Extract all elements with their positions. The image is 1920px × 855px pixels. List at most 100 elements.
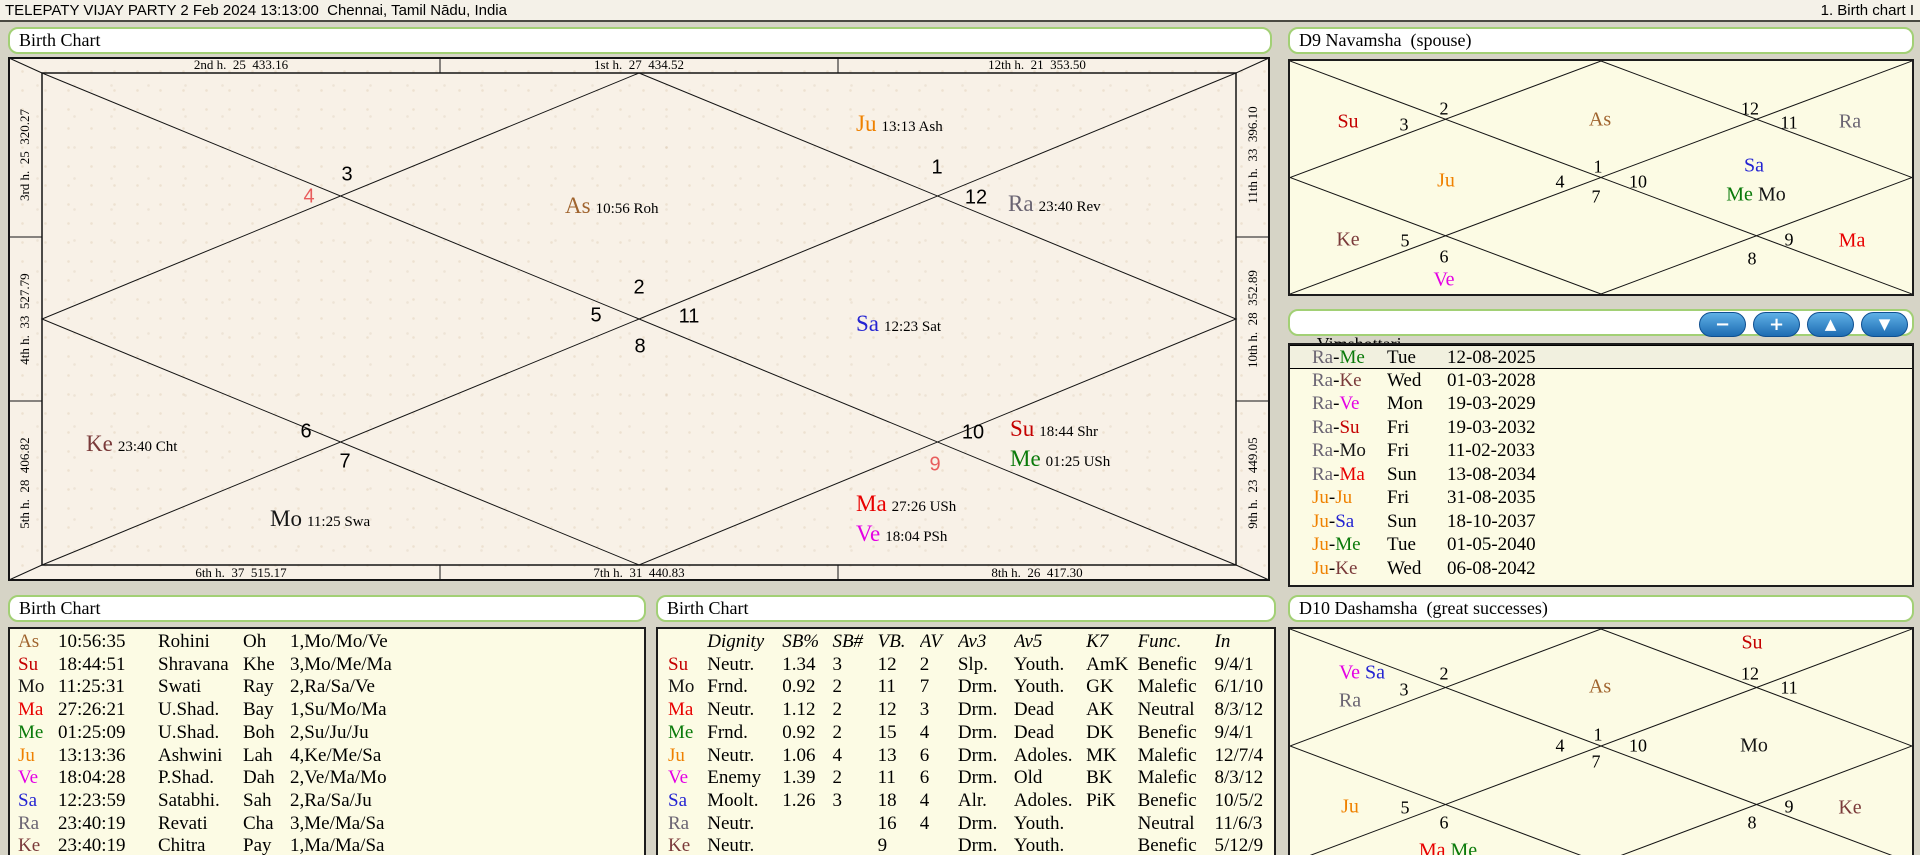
- cell-longitude: 18:04:28: [58, 767, 126, 789]
- dasha-row[interactable]: Ra-Ma Sun 13-08-2034: [1290, 463, 1912, 487]
- d9-house-number: 12: [1741, 98, 1759, 119]
- cell-func: Malefic: [1137, 744, 1197, 766]
- cell-k7: MK: [1086, 744, 1117, 766]
- cell-sb-num: [832, 813, 877, 836]
- cell-nakshatra: Shravana: [158, 653, 229, 675]
- cell-longitude: 01:25:09: [58, 721, 126, 743]
- cell-nakshatra: U.Shad.: [158, 699, 220, 721]
- cell-av3: Drm.: [957, 676, 998, 698]
- cell-in: 8/3/12: [1214, 767, 1264, 789]
- cell-av3: Drm.: [957, 721, 998, 743]
- cell-longitude: 11:25:31: [58, 676, 125, 698]
- d9-planet-sa: Sa: [1744, 154, 1764, 177]
- cell-av3: Drm.: [957, 812, 998, 834]
- cell-k7: GK: [1086, 676, 1114, 698]
- cell-longitude: 27:26:21: [58, 699, 126, 721]
- up-button[interactable]: ▲: [1807, 312, 1854, 337]
- d9-house-number: 5: [1400, 230, 1410, 251]
- dasha-weekday: Tue: [1387, 534, 1416, 555]
- dasha-row[interactable]: Ju-Sa Sun 18-10-2037: [1290, 510, 1912, 534]
- cell-nakshatra: Chitra: [158, 835, 206, 855]
- cell-sb-num: 3: [832, 789, 842, 811]
- cell-vb: 11: [877, 676, 896, 698]
- window-title: TELEPATY VIJAY PARTY 2 Feb 2024 13:13:00…: [5, 2, 507, 19]
- table-row: Sa Moolt. 1.26 3 18 4 Alr. Adoles. PiK Benefic 10/…: [668, 790, 1274, 813]
- cell-in: 8/3/12: [1214, 699, 1264, 721]
- planet-label-ve: Ve 18:04 PSh: [856, 521, 947, 547]
- cell-vb: 11: [877, 767, 896, 789]
- cell-av3: Slp.: [957, 653, 988, 675]
- chart-grid-svg: [8, 57, 1270, 581]
- cell-syllable: Ray: [243, 676, 274, 698]
- cell-blank: [668, 631, 707, 654]
- d10-house-number: 1: [1593, 724, 1603, 745]
- planet-label-sa: Sa 12:23 Sat: [856, 311, 941, 337]
- down-button[interactable]: ▼: [1861, 312, 1908, 337]
- house-number-2: 2: [633, 276, 645, 299]
- cell-av5: Youth.: [1013, 676, 1065, 698]
- dasha-weekday: Sun: [1387, 463, 1417, 485]
- cell-vb: 12: [877, 653, 897, 675]
- cell-func: Neutral: [1137, 699, 1195, 721]
- dasha-row[interactable]: Ra-Su Fri 19-03-2032: [1290, 416, 1912, 440]
- cell-nakshatra: Rohini: [158, 631, 210, 652]
- house-number-12: 12: [964, 186, 988, 209]
- cell-sb-pct: 1.34: [782, 653, 816, 675]
- cell-vb: 13: [877, 744, 897, 766]
- d10-house-number: 7: [1591, 751, 1601, 772]
- dasha-row[interactable]: Ju-Me Tue 01-05-2040: [1290, 533, 1912, 557]
- dasha-row[interactable]: Ra-Mo Fri 11-02-2033: [1290, 439, 1912, 463]
- dasha-row[interactable]: Ra-Ve Mon 19-03-2029: [1290, 392, 1912, 416]
- planet-detail-mo: 11:25 Swa: [306, 514, 371, 530]
- birth-chart-header: Birth Chart: [8, 27, 1272, 54]
- planet-detail-sa: 12:23 Sat: [884, 319, 942, 335]
- cell-planet: Ju: [668, 744, 685, 766]
- dasha-row[interactable]: Ju-Ju Fri 31-08-2035: [1290, 486, 1912, 510]
- cell-planet: Me: [668, 721, 694, 743]
- cell-av3: Drm.: [957, 835, 998, 855]
- dasha-weekday: Fri: [1387, 440, 1410, 461]
- expand-button[interactable]: +: [1753, 312, 1800, 337]
- col-header-sb-num: SB#: [832, 631, 864, 652]
- cell-lords: 2,Ra/Sa/Ju: [290, 789, 372, 811]
- cell-nakshatra: U.Shad.: [158, 721, 220, 743]
- house-cusp-label: 8th h. 26 417.30: [991, 565, 1083, 580]
- table-row: Me Frnd. 0.92 2 15 4 Drm. Dead DK Benefic 9/4/1: [668, 722, 1274, 745]
- cell-nakshatra: Satabhi.: [158, 789, 220, 811]
- cell-planet: Ve: [668, 767, 689, 789]
- dasha-weekday: Fri: [1387, 416, 1410, 438]
- d10-house-number: 4: [1555, 735, 1565, 756]
- cell-nakshatra: P.Shad.: [158, 767, 214, 789]
- planet-detail-ra: 23:40 Rev: [1038, 199, 1101, 215]
- dasha-row[interactable]: Ju-Ke Wed 06-08-2042: [1290, 557, 1912, 581]
- dasha-date: 06-08-2042: [1447, 557, 1536, 579]
- cell-vb: 18: [877, 789, 897, 811]
- dasha-date: 01-03-2028: [1447, 369, 1536, 391]
- cell-planet: Sa: [18, 789, 37, 811]
- chart-tab-label: 1. Birth chart I: [1820, 2, 1914, 19]
- dasha-lord: Ra: [1312, 347, 1334, 368]
- dasha-row[interactable]: Ra-Me Tue 12-08-2025: [1290, 345, 1912, 369]
- d10-house-number: 12: [1741, 663, 1759, 684]
- planet-label-me: Me 01:25 USh: [1010, 446, 1110, 472]
- cell-vb: 9: [877, 835, 888, 855]
- cell-func: Malefic: [1137, 767, 1197, 789]
- cell-k7: AmK: [1086, 653, 1129, 675]
- cell-av5: Dead: [1013, 699, 1054, 721]
- d9-planet-ke: Ke: [1336, 228, 1360, 251]
- table-row: Me 01:25:09 U.Shad. Boh 2,Su/Ju/Ju: [18, 722, 640, 745]
- d10-header: D10 Dashamsha (great successes): [1288, 595, 1914, 622]
- dasha-sublord: Me: [1335, 534, 1361, 555]
- cell-planet: Sa: [668, 789, 687, 811]
- table-row: Mo 11:25:31 Swati Ray 2,Ra/Sa/Ve: [18, 676, 640, 699]
- house-number-9: 9: [929, 453, 941, 476]
- dasha-row[interactable]: Ra-Ke Wed 01-03-2028: [1290, 369, 1912, 393]
- planet-code-ke: Ke: [86, 431, 113, 456]
- cell-av5: Dead: [1013, 721, 1054, 743]
- cell-planet: Ke: [668, 835, 691, 855]
- collapse-button[interactable]: −: [1699, 312, 1746, 337]
- cell-av5: Old: [1013, 767, 1043, 789]
- vimshottari-header: Vimshottari − + ▲ ▼: [1288, 309, 1914, 354]
- house-cusp-label: 12th h. 21 353.50: [988, 57, 1086, 72]
- table-row: Ma 27:26:21 U.Shad. Bay 1,Su/Mo/Ma: [18, 699, 640, 722]
